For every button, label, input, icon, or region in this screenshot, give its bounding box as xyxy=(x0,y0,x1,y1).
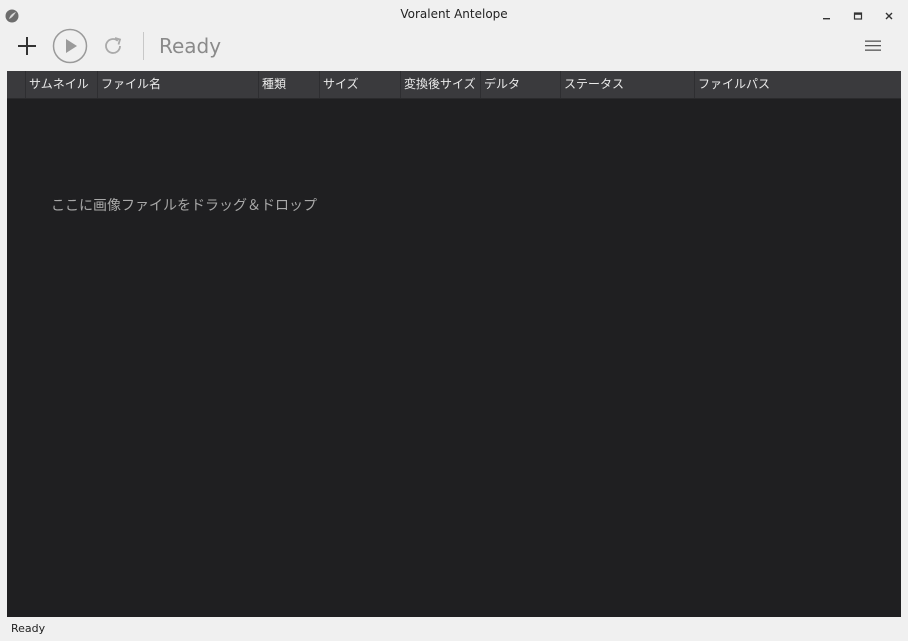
status-heading: Ready xyxy=(159,34,222,58)
status-bar: Ready xyxy=(0,618,908,641)
column-header-delta[interactable]: デルタ xyxy=(480,71,560,98)
run-button[interactable] xyxy=(52,28,88,68)
close-button[interactable] xyxy=(879,8,899,24)
menu-button[interactable] xyxy=(864,38,884,52)
column-header-type[interactable]: 種類 xyxy=(258,71,319,98)
maximize-icon xyxy=(853,12,863,20)
column-header-thumbnail[interactable]: サムネイル xyxy=(25,71,97,98)
grid-header: サムネイル ファイル名 種類 サイズ 変換後サイズ デルタ ステータス ファイル… xyxy=(7,71,901,99)
close-icon xyxy=(885,12,893,20)
refresh-icon xyxy=(105,37,122,54)
column-header-status[interactable]: ステータス xyxy=(560,71,694,98)
toolbar xyxy=(0,30,908,70)
refresh-button[interactable] xyxy=(102,35,124,61)
minimize-icon xyxy=(823,18,830,20)
column-header-size[interactable]: サイズ xyxy=(319,71,400,98)
add-button[interactable] xyxy=(16,35,38,61)
file-grid[interactable]: サムネイル ファイル名 種類 サイズ 変換後サイズ デルタ ステータス ファイル… xyxy=(7,71,901,617)
column-header-converted-size[interactable]: 変換後サイズ xyxy=(400,71,480,98)
maximize-button[interactable] xyxy=(848,8,868,24)
drop-hint: ここに画像ファイルをドラッグ＆ドロップ xyxy=(51,198,317,214)
column-header-filename[interactable]: ファイル名 xyxy=(97,71,258,98)
hamburger-menu-icon xyxy=(865,40,881,51)
title-bar: Voralent Antelope xyxy=(0,0,908,30)
window-title: Voralent Antelope xyxy=(400,7,508,21)
status-bar-text: Ready xyxy=(11,622,46,635)
plus-icon xyxy=(18,37,36,55)
play-circle-icon xyxy=(52,28,88,64)
toolbar-separator xyxy=(143,32,144,60)
minimize-button[interactable] xyxy=(817,8,837,24)
column-header-filepath[interactable]: ファイルパス xyxy=(694,71,901,98)
